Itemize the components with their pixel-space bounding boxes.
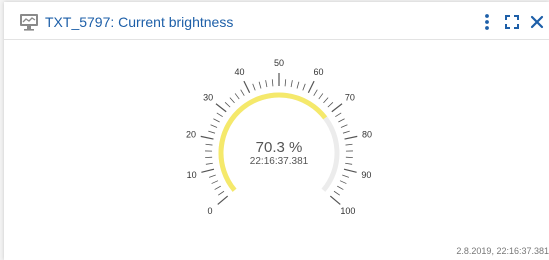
gauge-minor-tick (333, 190, 340, 196)
gauge-minor-tick (337, 185, 344, 190)
gauge-minor-tick (218, 190, 225, 196)
last-update-timestamp: 2.8.2019, 22:16:37.381 (456, 246, 549, 256)
gauge-minor-tick (296, 81, 300, 89)
fullscreen-button[interactable] (501, 11, 523, 33)
gauge-major-tick (329, 195, 341, 205)
gauge-minor-tick (240, 89, 245, 96)
gauge-minor-tick (318, 93, 324, 100)
gauge-tick-label: 70 (345, 93, 355, 103)
gauge-minor-tick (340, 124, 348, 128)
gauge-minor-tick (327, 102, 334, 108)
gauge-minor-tick (338, 118, 345, 123)
close-icon (530, 15, 544, 29)
more-options-button[interactable] (476, 11, 498, 33)
gauge-major-tick (217, 195, 229, 205)
gauge-value: 70.3 % (256, 139, 303, 156)
expand-icon (505, 15, 519, 29)
gauge-minor-tick (210, 124, 218, 128)
gauge-major-tick (201, 168, 215, 173)
gauge-minor-tick (284, 79, 287, 87)
chart-monitor-icon (19, 13, 39, 31)
kebab-menu-icon (485, 14, 489, 30)
gauge-minor-tick (323, 97, 329, 104)
gauge-minor-tick (302, 83, 306, 91)
gauge-minor-tick (214, 185, 221, 190)
gauge-tick-label: 50 (274, 58, 284, 68)
gauge-major-tick (243, 80, 251, 94)
widget-header: TXT_5797: Current brightness (4, 2, 549, 40)
gauge-minor-tick (208, 130, 216, 134)
gauge-major-tick (331, 103, 343, 113)
gauge-major-tick (307, 80, 315, 94)
gauge-minor-tick (335, 112, 342, 118)
gauge: 0 10 20 30 40 50 60 70 80 90 100 70.3 % 22:16:37.3… (4, 40, 549, 260)
gauge-minor-tick (205, 143, 213, 146)
gauge-minor-tick (208, 174, 216, 178)
gauge-tick-label: 10 (187, 170, 197, 180)
gauge-minor-tick (265, 80, 268, 88)
gauge-tick-label: 20 (186, 129, 196, 139)
gauge-tick-label: 80 (362, 129, 372, 139)
gauge-minor-tick (252, 83, 256, 91)
gauge-minor-tick (313, 89, 318, 96)
gauge-major-tick (200, 135, 214, 140)
widget-title: TXT_5797: Current brightness (45, 14, 234, 30)
gauge-minor-tick (205, 162, 213, 165)
gauge-tick-label: 90 (361, 170, 371, 180)
gauge-minor-tick (345, 162, 353, 165)
gauge-minor-tick (342, 174, 350, 178)
gauge-tick-label: 60 (313, 67, 323, 77)
gauge-tick-label: 100 (340, 206, 355, 216)
gauge-minor-tick (342, 130, 350, 134)
gauge-minor-tick (224, 102, 231, 108)
gauge-major-tick (215, 103, 227, 113)
gauge-major-tick (343, 168, 357, 173)
gauge-major-tick (344, 135, 358, 140)
radial-gauge: 0 10 20 30 40 50 60 70 80 90 100 70.3 % 22:16:37.3… (186, 58, 372, 216)
gauge-minor-tick (216, 112, 223, 118)
gauge-minor-tick (271, 79, 274, 87)
gauge-minor-tick (234, 93, 240, 100)
gauge-tick-label: 30 (203, 93, 213, 103)
gauge-minor-tick (290, 80, 293, 88)
gauge-minor-tick (213, 118, 220, 123)
widget-panel: TXT_5797: Current brightness 0 10 20 30 … (4, 2, 549, 260)
gauge-minor-tick (345, 143, 353, 146)
gauge-tick-label: 0 (208, 206, 213, 216)
gauge-tick-label: 40 (235, 67, 245, 77)
gauge-minor-tick (229, 97, 235, 104)
gauge-time: 22:16:37.381 (250, 156, 309, 167)
gauge-minor-tick (258, 81, 262, 89)
gauge-minor-tick (339, 180, 347, 184)
gauge-minor-tick (211, 180, 219, 184)
close-button[interactable] (526, 11, 548, 33)
